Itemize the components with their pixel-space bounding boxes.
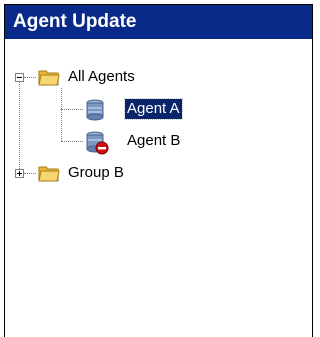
folder-icon bbox=[38, 166, 60, 182]
tree-item-group-b[interactable]: Group B bbox=[66, 163, 126, 183]
tree-item-all-agents[interactable]: All Agents bbox=[66, 67, 137, 87]
collapse-all-agents-toggle[interactable] bbox=[15, 73, 24, 82]
panel-title: Agent Update bbox=[5, 5, 312, 39]
agent-tree: All Agents Agent A Agent B Group B bbox=[5, 39, 312, 337]
tree-connector bbox=[19, 77, 20, 173]
tree-item-agent-a[interactable]: Agent A bbox=[124, 98, 183, 120]
server-error-icon bbox=[86, 131, 109, 155]
tree-connector bbox=[61, 88, 62, 141]
tree-connector bbox=[24, 77, 36, 78]
folder-icon bbox=[38, 70, 60, 86]
tree-connector bbox=[61, 109, 83, 110]
tree-connector bbox=[24, 173, 36, 174]
expand-group-b-toggle[interactable] bbox=[15, 169, 24, 178]
agent-update-panel: Agent Update All Agents Agent A Agent B … bbox=[4, 4, 313, 337]
tree-item-agent-b[interactable]: Agent B bbox=[125, 131, 182, 151]
server-icon bbox=[86, 99, 104, 121]
tree-connector bbox=[61, 141, 83, 142]
